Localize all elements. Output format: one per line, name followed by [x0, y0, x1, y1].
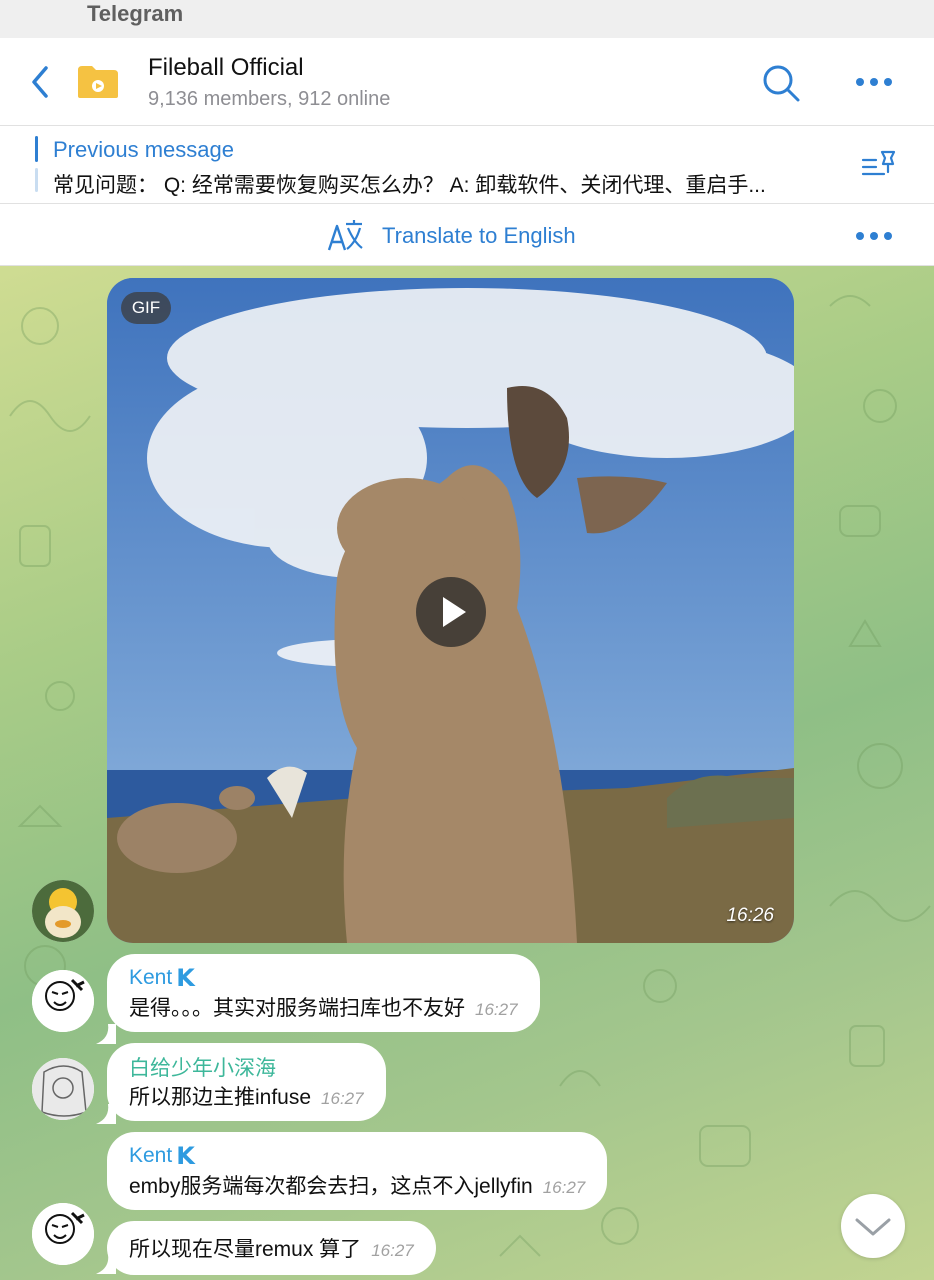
search-button[interactable]	[760, 62, 802, 104]
pinned-title: Previous message	[53, 137, 234, 162]
message-bubble[interactable]: Kent K emby服务端每次都会去扫，这点不入jellyfin 16:27	[107, 1132, 608, 1210]
play-button[interactable]	[416, 577, 486, 647]
scroll-to-bottom-button[interactable]	[841, 1194, 905, 1258]
member-count: 9,136 members, 912 online	[148, 88, 391, 110]
message-time: 16:26	[726, 905, 774, 926]
pinned-indicator-rest	[35, 168, 38, 192]
pinned-message-bar[interactable]: Previous message 常见问题： Q: 经常需要恢复购买怎么办？ A…	[0, 126, 934, 204]
more-dots-icon	[856, 232, 864, 240]
translate-bar: Translate to English	[0, 204, 934, 266]
avatar[interactable]	[32, 880, 94, 942]
app-name: Telegram	[87, 1, 184, 26]
channel-title[interactable]: Fileball Official	[148, 54, 304, 82]
gif-badge: GIF	[121, 292, 171, 324]
avatar[interactable]	[32, 1203, 94, 1265]
sender-name-text: Kent	[129, 966, 173, 989]
chat-header: Fileball Official 9,136 members, 912 onl…	[0, 38, 934, 126]
message-list[interactable]: GIF 16:26 Kent K 是得。。。其实对服务端扫库也不友好 16:27…	[0, 266, 934, 1280]
meme-avatar-image	[32, 1203, 94, 1265]
message-text: 所以那边主推infuse	[129, 1086, 312, 1109]
translate-options-button[interactable]	[852, 224, 896, 248]
translate-icon	[327, 220, 363, 251]
message-bubble[interactable]: 白给少年小深海 所以那边主推infuse 16:27	[107, 1043, 386, 1121]
sender-name-text: Kent	[129, 1144, 173, 1167]
pinned-list-button[interactable]	[860, 146, 900, 186]
verified-badge-icon: K	[176, 1142, 195, 1170]
folder-icon	[78, 66, 118, 98]
pinned-text: 常见问题： Q: 经常需要恢复购买怎么办？ A: 卸载软件、关闭代理、重启手..…	[53, 174, 766, 197]
message-text: 是得。。。其实对服务端扫库也不友好	[129, 997, 465, 1020]
meme-avatar-image	[32, 970, 94, 1032]
bubble-tail	[96, 1024, 116, 1044]
search-icon	[763, 65, 800, 102]
more-dots-icon	[856, 78, 864, 86]
back-button[interactable]	[26, 62, 56, 102]
duck-avatar-image	[32, 880, 94, 942]
sketch-avatar-image	[32, 1058, 94, 1120]
pin-list-icon	[861, 150, 896, 176]
avatar[interactable]	[32, 970, 94, 1032]
verified-badge-icon: K	[176, 964, 195, 992]
gif-message[interactable]: GIF 16:26	[107, 278, 794, 943]
message-text: 所以现在尽量remux 算了	[129, 1238, 362, 1261]
message-time: 16:27	[371, 1241, 414, 1260]
sender-name[interactable]: 白给少年小深海	[129, 1053, 364, 1081]
message-time: 16:27	[321, 1089, 364, 1108]
chevron-left-icon	[32, 66, 48, 98]
more-options-button[interactable]	[852, 70, 896, 94]
status-bar: Telegram	[0, 0, 934, 38]
message-bubble[interactable]: Kent K 是得。。。其实对服务端扫库也不友好 16:27	[107, 954, 540, 1032]
translate-button[interactable]: Translate to English	[326, 216, 576, 256]
message-bubble[interactable]: 所以现在尽量remux 算了 16:27	[107, 1221, 436, 1275]
chevron-down-icon	[855, 1218, 891, 1236]
channel-avatar[interactable]	[76, 64, 120, 100]
message-time: 16:27	[542, 1178, 586, 1197]
play-icon	[443, 597, 466, 627]
sender-name[interactable]: Kent K	[129, 964, 518, 992]
sender-name[interactable]: Kent K	[129, 1142, 585, 1170]
translate-label: Translate to English	[382, 223, 576, 248]
message-text: emby服务端每次都会去扫，这点不入jellyfin	[129, 1175, 533, 1198]
message-time: 16:27	[475, 1000, 518, 1019]
pinned-indicator	[35, 136, 38, 162]
avatar[interactable]	[32, 1058, 94, 1120]
